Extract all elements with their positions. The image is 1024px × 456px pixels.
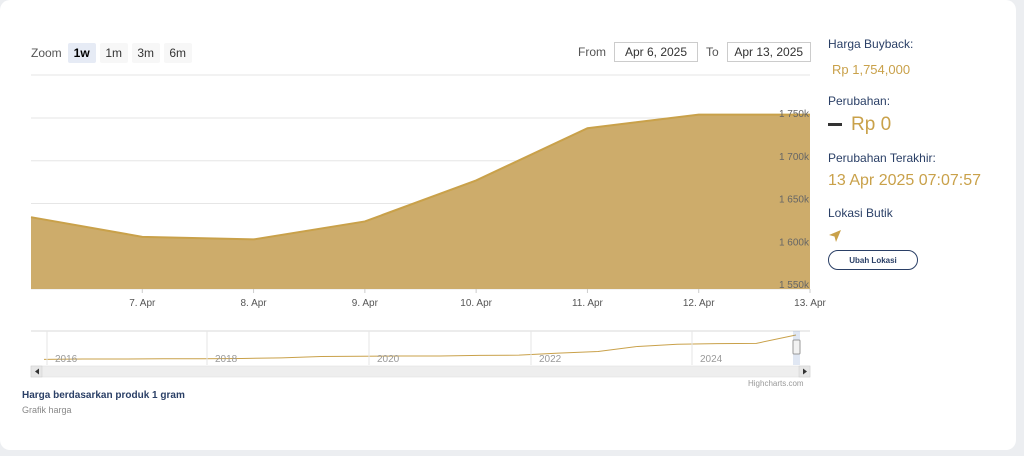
x-tick-label: 12. Apr bbox=[683, 298, 715, 309]
navigator-handle bbox=[792, 339, 801, 355]
navigator-year-label: 2022 bbox=[539, 354, 562, 365]
x-tick-label: 7. Apr bbox=[129, 298, 156, 309]
highcharts-credits[interactable]: Highcharts.com bbox=[748, 379, 804, 388]
x-tick-label: 9. Apr bbox=[352, 298, 379, 309]
buyback-label: Harga Buyback: bbox=[828, 37, 914, 51]
last-change-label: Perubahan Terakhir: bbox=[828, 151, 936, 165]
navigation-arrow-icon[interactable] bbox=[828, 229, 842, 243]
last-change-value: 13 Apr 2025 07:07:57 bbox=[828, 172, 982, 189]
x-tick-label: 10. Apr bbox=[460, 298, 492, 309]
x-tick-label: 11. Apr bbox=[572, 298, 604, 309]
x-tick-label: 8. Apr bbox=[241, 298, 268, 309]
chart-subcaption: Grafik harga bbox=[22, 405, 72, 415]
change-label: Perubahan: bbox=[828, 94, 891, 108]
navigator-line bbox=[43, 334, 797, 360]
price-card: Zoom 1w 1m 3m 6m From To 1 550k1 600k1 6… bbox=[0, 0, 1016, 450]
x-tick-label: 13. Apr bbox=[794, 298, 826, 309]
change-location-button[interactable]: Ubah Lokasi bbox=[828, 250, 918, 270]
change-value: Rp 0 bbox=[851, 114, 892, 135]
y-tick-label: 1 650k bbox=[779, 195, 810, 206]
price-chart: 1 550k 1 600k 1 650k 1 700k 1 750k 7. Apr 8. A… bbox=[30, 74, 827, 378]
scrollbar-track bbox=[30, 365, 811, 378]
navigator-year-label: 2024 bbox=[700, 354, 723, 365]
y-tick-label: 1 600k bbox=[779, 237, 810, 248]
y-tick-label: 1 700k bbox=[779, 152, 810, 163]
y-tick-label: 1 550k bbox=[779, 280, 810, 291]
navigator-year-label: 2016 bbox=[55, 354, 78, 365]
y-tick-label: 1 750k bbox=[779, 109, 810, 120]
chart-caption: Harga berdasarkan produk 1 gram bbox=[22, 390, 185, 401]
dash-icon bbox=[828, 123, 842, 126]
buyback-value: Rp 1,754,000 bbox=[832, 62, 911, 77]
navigator-year-label: 2018 bbox=[215, 354, 238, 365]
navigator-year-label: 2020 bbox=[377, 354, 400, 365]
location-label: Lokasi Butik bbox=[828, 206, 893, 220]
